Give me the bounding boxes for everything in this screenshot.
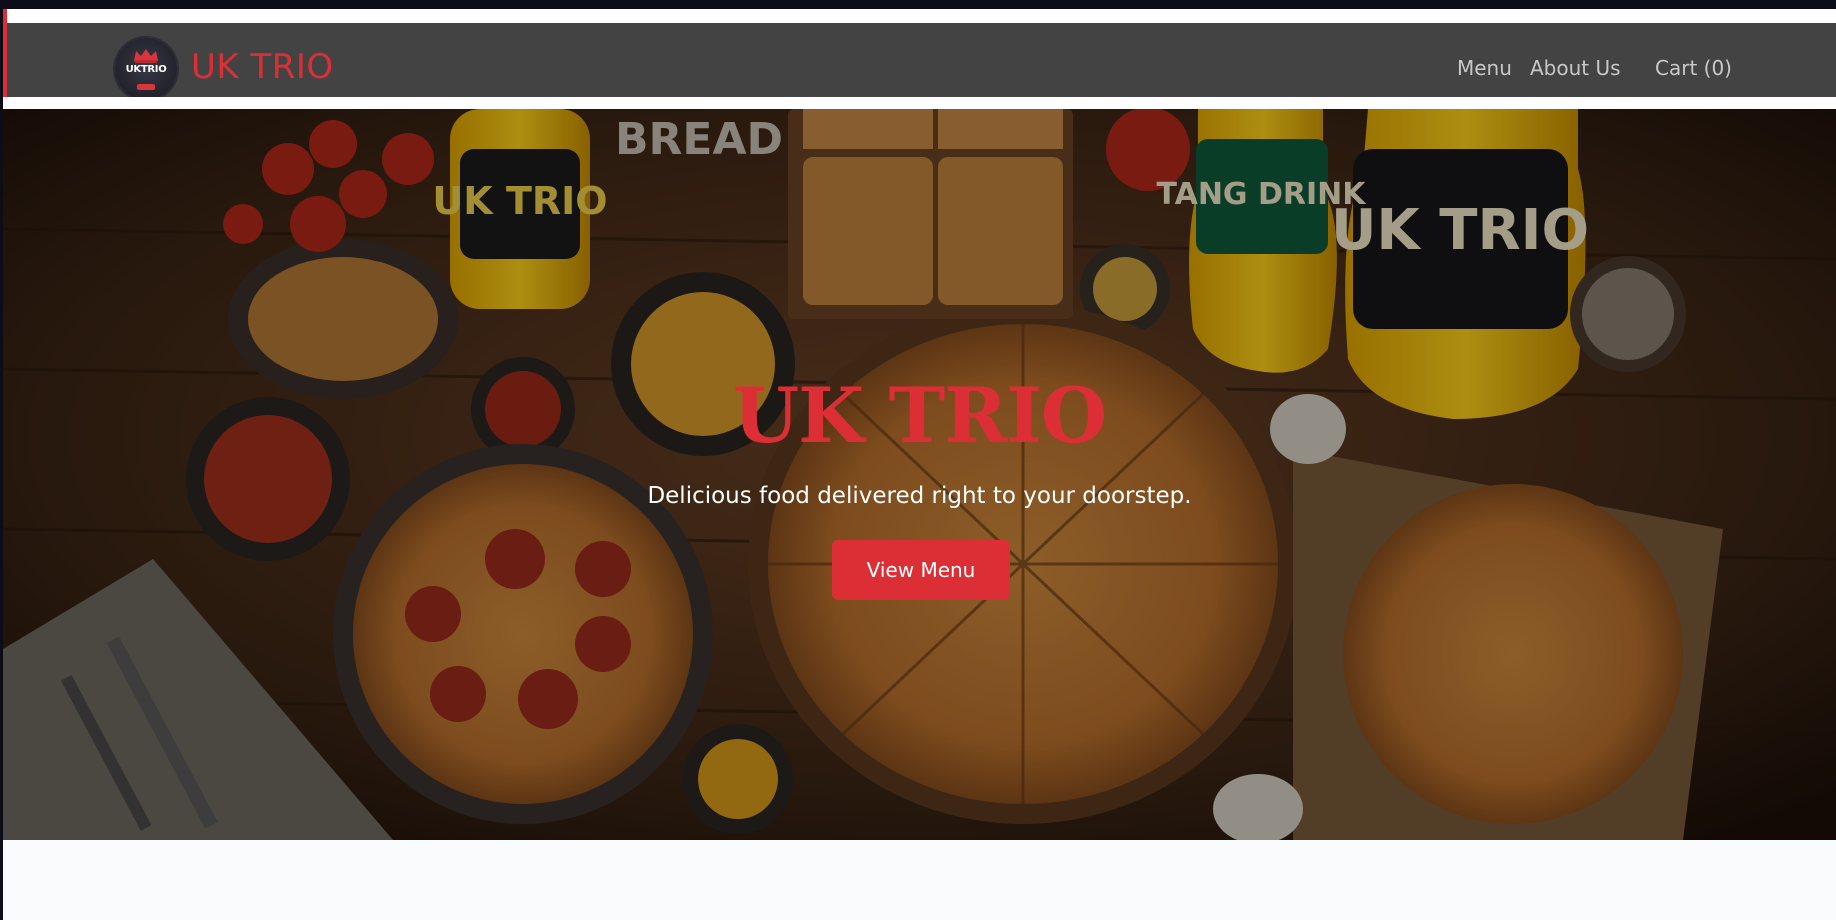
hero-title: UK TRIO <box>732 371 1107 460</box>
brand-name[interactable]: UK TRIO <box>191 47 334 87</box>
view-menu-button[interactable]: View Menu <box>832 540 1010 600</box>
nav-link-cart[interactable]: Cart (0) <box>1655 56 1732 80</box>
navbar-bottom-strip <box>3 97 1836 109</box>
nav-link-about-us[interactable]: About Us <box>1530 56 1621 80</box>
nav-link-menu[interactable]: Menu <box>1457 56 1512 80</box>
browser-viewport: UKTRIO UK TRIO Menu About Us Cart (0) BR… <box>3 9 1836 920</box>
crown-icon <box>134 49 158 63</box>
logo-ribbon <box>137 84 155 90</box>
uk-trio-logo-icon[interactable]: UKTRIO <box>115 38 177 100</box>
hero-section: BREAD UK TRIO TANG DRINK UK TRIO UK TRIO… <box>3 109 1836 840</box>
logo-text: UKTRIO <box>125 64 167 75</box>
hero-dark-overlay <box>3 109 1836 840</box>
hero-subtitle: Delicious food delivered right to your d… <box>647 483 1192 509</box>
top-strip <box>3 9 1836 23</box>
navbar: UKTRIO UK TRIO Menu About Us Cart (0) <box>7 23 1836 100</box>
